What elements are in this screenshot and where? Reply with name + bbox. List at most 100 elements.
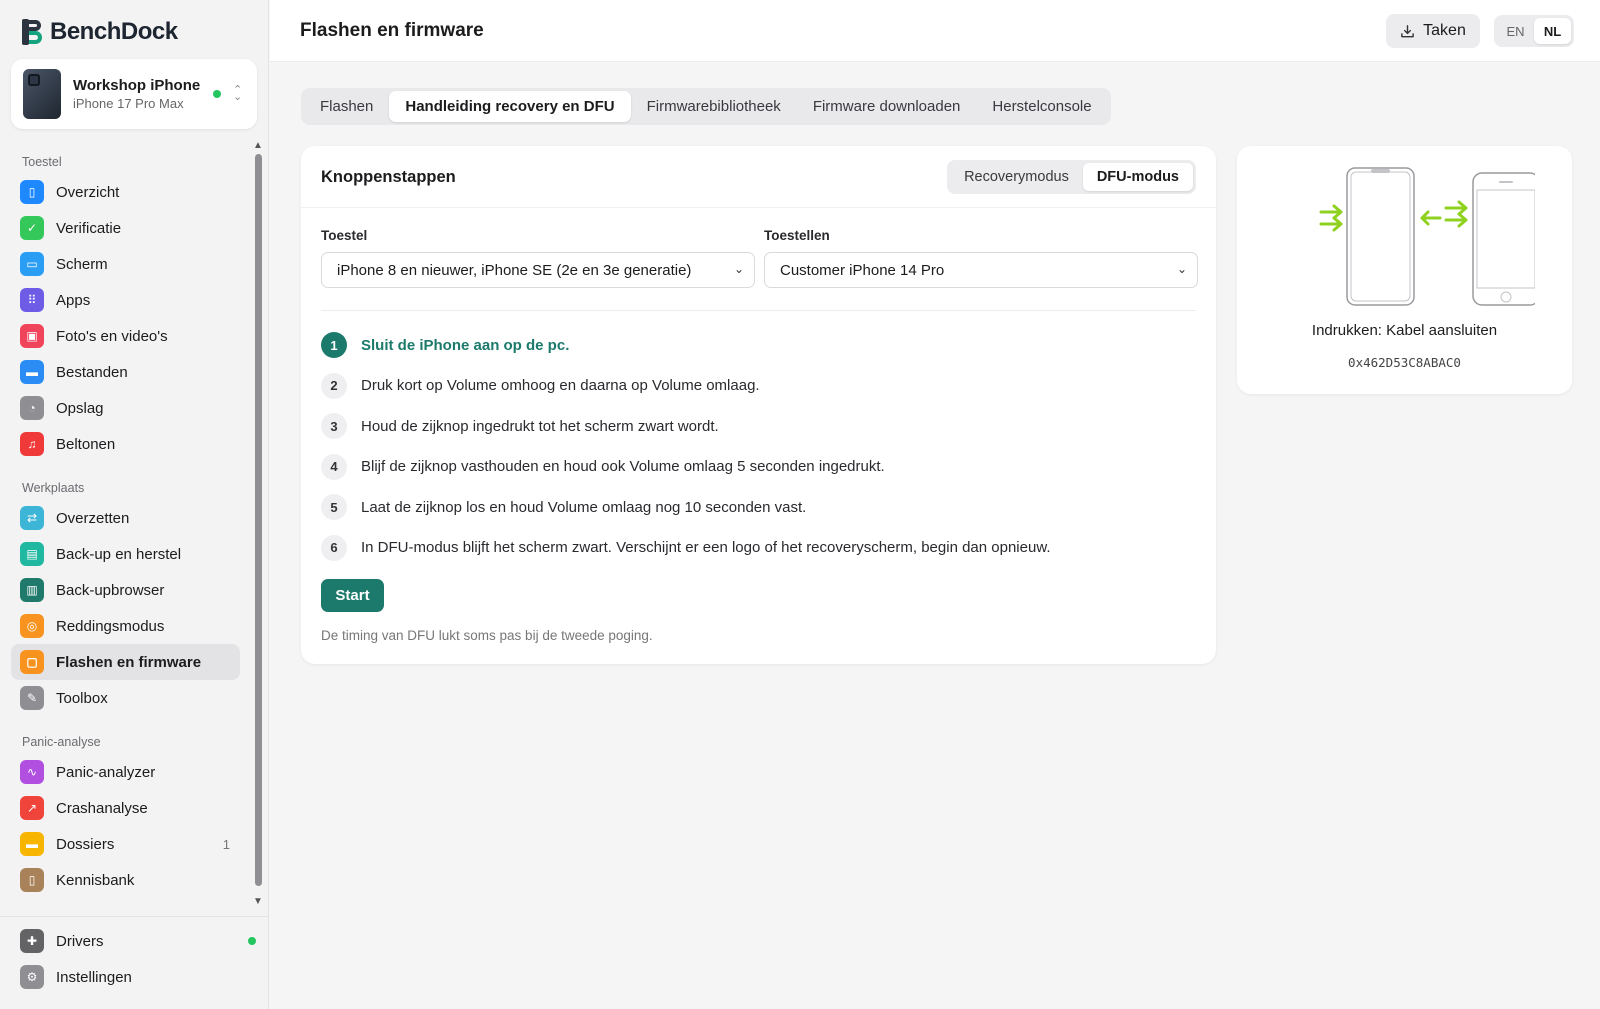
sidebar-item-label: Toolbox: [56, 689, 108, 707]
tab-herstelconsole[interactable]: Herstelconsole: [976, 91, 1107, 122]
sidebar-item-label: Overzetten: [56, 509, 130, 527]
sidebar-item-label: Foto's en video's: [56, 327, 168, 345]
mode-recovery-button[interactable]: Recoverymodus: [950, 163, 1083, 191]
start-button[interactable]: Start: [321, 579, 384, 612]
language-toggle: EN NL: [1494, 15, 1574, 47]
drivers-status-dot: [248, 937, 256, 945]
count-badge: 1: [222, 836, 230, 852]
sidebar-item-back-upbrowser[interactable]: ▥ Back-upbrowser: [11, 572, 240, 608]
sidebar-item-label: Verificatie: [56, 219, 122, 237]
step-text: In DFU-modus blijft het scherm zwart. Ve…: [361, 539, 1051, 556]
tab-firmware-downloaden[interactable]: Firmware downloaden: [797, 91, 977, 122]
download-tray-icon: [1401, 24, 1414, 37]
sidebar-section-title: Panic-analyse: [22, 735, 101, 749]
connected-device-select[interactable]: Customer iPhone 14 Pro ⌄: [764, 252, 1198, 288]
tasks-button[interactable]: Taken: [1386, 14, 1480, 48]
step-item: 6 In DFU-modus blijft het scherm zwart. V…: [321, 534, 1051, 561]
divider: [321, 310, 1196, 311]
step-item: 1 Sluit de iPhone aan op de pc.: [321, 332, 1051, 358]
sidebar-item-toolbox[interactable]: ✎ Toolbox: [11, 680, 240, 716]
gear-icon: ⚙: [20, 965, 44, 989]
sidebar-bottom-nav: ✚ Drivers ⚙ Instellingen: [0, 916, 269, 995]
sidebar-item-reddingsmodus[interactable]: ◎ Reddingsmodus: [11, 608, 240, 644]
lang-en-button[interactable]: EN: [1497, 18, 1534, 44]
scroll-thumb[interactable]: [255, 154, 262, 886]
sidebar-item-dossiers[interactable]: ▬ Dossiers 1: [11, 826, 240, 862]
sidebar-item-crashanalyse[interactable]: ↗ Crashanalyse: [11, 790, 240, 826]
sidebar-item-overzicht[interactable]: ▯ Overzicht: [11, 174, 240, 210]
chevron-down-icon: ⌄: [733, 262, 744, 276]
sidebar-item-beltonen[interactable]: ♫ Beltonen: [11, 426, 240, 462]
tab-handleiding-recovery-en-dfu[interactable]: Handleiding recovery en DFU: [389, 91, 631, 122]
transfer-arrows-icon: ⇄: [20, 506, 44, 530]
lifebuoy-icon: ◎: [20, 614, 44, 638]
device-ecid: 0x462D53C8ABAC0: [1348, 355, 1461, 370]
sidebar-item-kennisbank[interactable]: ▯ Kennisbank: [11, 862, 240, 898]
waveform-icon: ∿: [20, 760, 44, 784]
mode-dfu-button[interactable]: DFU-modus: [1082, 163, 1193, 191]
step-item: 4 Blijf de zijknop vasthouden en houd ook…: [321, 453, 1051, 480]
sidebar-nav: Toestel ▯ Overzicht ✓ Verificatie ▭ Scherm ⠿ App…: [0, 140, 269, 910]
page-title: Flashen en firmware: [300, 20, 484, 41]
sidebar-item-label: Bestanden: [56, 363, 128, 381]
sidebar-item-back-up-en-herstel[interactable]: ▤ Back-up en herstel: [11, 536, 240, 572]
sidebar-item-flashen-en-firmware[interactable]: ▢ Flashen en firmware: [11, 644, 240, 680]
step-number: 3: [321, 413, 347, 439]
modern-iphone-icon: [1346, 167, 1415, 306]
sidebar-item-bestanden[interactable]: ▬ Bestanden: [11, 354, 240, 390]
app-logo: BenchDock: [22, 18, 178, 46]
book-icon: ▯: [20, 868, 44, 892]
sidebar-item-opslag[interactable]: ◔ Opslag: [11, 390, 240, 426]
sidebar-item-foto-s-en-video-s[interactable]: ▣ Foto's en video's: [11, 318, 240, 354]
folder-icon: ▬: [20, 832, 44, 856]
step-number: 6: [321, 534, 347, 561]
device-model: iPhone 17 Pro Max: [73, 96, 184, 111]
step-text: Laat de zijknop los en houd Volume omlaa…: [361, 498, 807, 516]
sidebar-item-label: Beltonen: [56, 435, 116, 453]
sidebar-item-label: Back-up en herstel: [56, 545, 182, 563]
sidebar-item-overzetten[interactable]: ⇄ Overzetten: [11, 500, 240, 536]
chart-line-icon: ↗: [20, 796, 44, 820]
sidebar-item-instellingen[interactable]: ⚙ Instellingen: [11, 959, 258, 995]
devices-field-label: Toestellen: [764, 228, 830, 243]
classic-iphone-icon: [1472, 172, 1535, 306]
step-item: 5 Laat de zijknop los en houd Volume omla…: [321, 494, 1051, 520]
step-item: 3 Houd de zijknop ingedrukt tot het scher…: [321, 413, 1051, 439]
sidebar-item-label: Drivers: [56, 932, 104, 950]
step-number: 5: [321, 494, 347, 520]
sidebar-section-title: Toestel: [22, 155, 62, 169]
device-name: Workshop iPhone: [73, 77, 201, 94]
sidebar-item-label: Apps: [56, 291, 91, 309]
sidebar-item-scherm[interactable]: ▭ Scherm: [11, 246, 240, 282]
tab-firmwarebibliotheek[interactable]: Firmwarebibliotheek: [631, 91, 797, 122]
tab-flashen[interactable]: Flashen: [304, 91, 389, 122]
scroll-up-icon[interactable]: ▲: [253, 140, 263, 151]
lang-nl-button[interactable]: NL: [1534, 18, 1571, 44]
sidebar-item-drivers[interactable]: ✚ Drivers: [11, 923, 258, 959]
scroll-down-icon[interactable]: ▼: [253, 896, 263, 907]
illustration-caption: Indrukken: Kabel aansluiten: [1311, 322, 1498, 339]
tasks-label: Taken: [1423, 22, 1466, 39]
sidebar-scrollbar[interactable]: ▲ ▼: [251, 140, 265, 910]
chevron-down-icon: ⌄: [1176, 262, 1187, 276]
device-selector[interactable]: Workshop iPhone iPhone 17 Pro Max ⌃ ⌄: [11, 59, 257, 129]
sidebar-item-panic-analyzer[interactable]: ∿ Panic-analyzer: [11, 754, 240, 790]
step-text: Druk kort op Volume omhoog en daarna op …: [361, 377, 760, 394]
top-header: Flashen en firmware Taken EN NL: [270, 0, 1600, 62]
step-text: Sluit de iPhone aan op de pc.: [361, 336, 570, 354]
sidebar-item-verificatie[interactable]: ✓ Verificatie: [11, 210, 240, 246]
illustration-card: Indrukken: Kabel aansluiten 0x462D53C8AB…: [1237, 146, 1572, 394]
card-title: Knoppenstappen: [321, 168, 456, 186]
wrench-icon: ✎: [20, 686, 44, 710]
device-model-select[interactable]: iPhone 8 en nieuwer, iPhone SE (2e en 3e…: [321, 252, 755, 288]
sidebar-item-label: Kennisbank: [56, 871, 135, 889]
button-steps-card: Knoppenstappen Recoverymodus DFU-modus T…: [301, 146, 1216, 664]
sidebar-item-label: Crashanalyse: [56, 799, 148, 817]
sidebar-item-apps[interactable]: ⠿ Apps: [11, 282, 240, 318]
step-text: Blijf de zijknop vasthouden en houd ook …: [361, 458, 885, 475]
sidebar-item-label: Instellingen: [56, 968, 132, 986]
screen-icon: ▭: [20, 252, 44, 276]
archive-icon: ▥: [20, 578, 44, 602]
photos-icon: ▣: [20, 324, 44, 348]
sidebar-item-label: Flashen en firmware: [56, 653, 202, 671]
